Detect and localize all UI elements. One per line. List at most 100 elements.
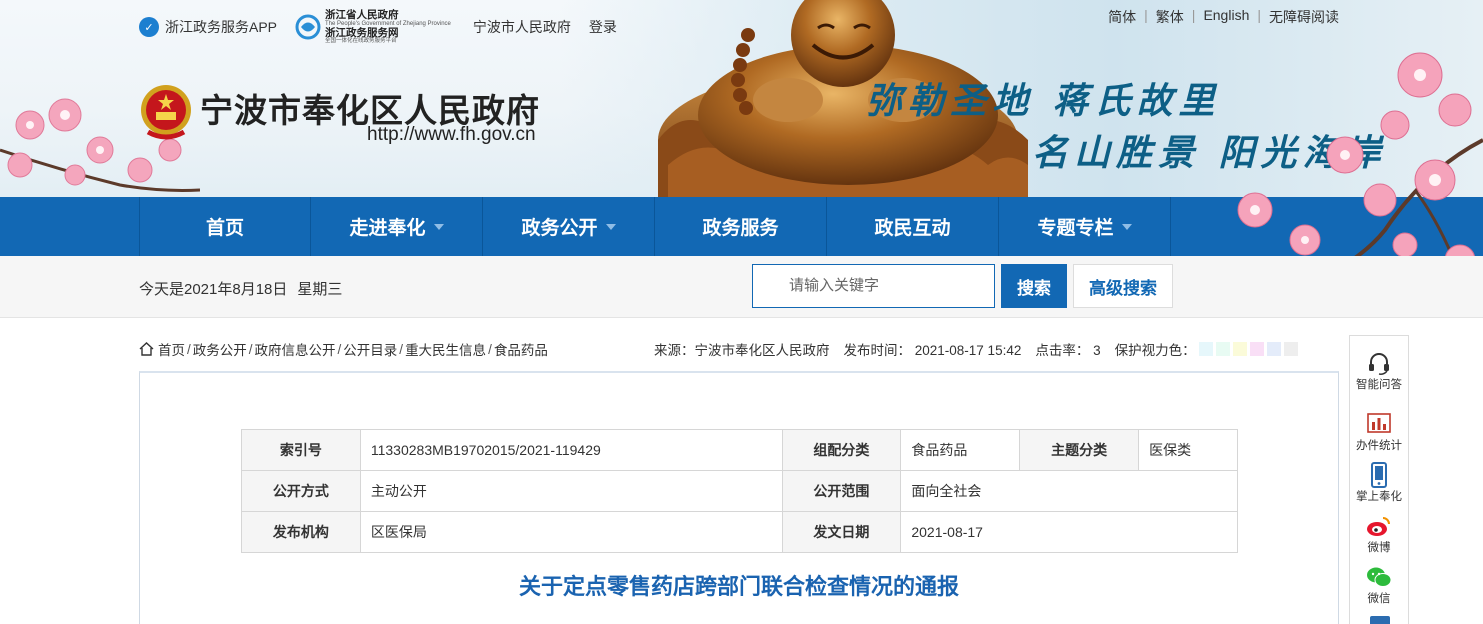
breadcrumb-food-drugs[interactable]: 食品药品 [494, 339, 548, 359]
meta-eye-care-label: 保护视力色： [1114, 343, 1196, 358]
wechat-icon [1367, 567, 1392, 587]
breadcrumb-separator: / [248, 341, 253, 357]
category-label: 组配分类 [781, 429, 902, 471]
accessibility-link[interactable]: 无障碍阅读 [1269, 7, 1339, 27]
search-bar-row: 今天是2021年8月18日 星期三 请输入关键字 搜索 高级搜索 [0, 256, 1483, 318]
eye-care-swatch-6[interactable] [1283, 342, 1298, 356]
lang-divider: | [1191, 7, 1196, 23]
eye-care-swatch-2[interactable] [1215, 342, 1230, 356]
national-emblem-icon [141, 85, 191, 140]
mobile-phone-icon [1371, 462, 1387, 488]
zhejiang-app-link[interactable]: ✓ 浙江政务服务APP [139, 17, 277, 37]
home-icon [139, 342, 154, 356]
lang-divider: | [1144, 7, 1148, 23]
scope-label: 公开范围 [781, 470, 902, 512]
breadcrumb-gov-affairs[interactable]: 政务公开 [193, 339, 247, 359]
nav-home-label: 首页 [205, 218, 244, 239]
wechat-button[interactable]: 微信 [1350, 564, 1408, 606]
eye-care-swatch-5[interactable] [1266, 342, 1281, 356]
breadcrumb: 首页 / 政务公开 / 政府信息公开 / 公开目录 / 重大民生信息 / 食品药品 [139, 339, 548, 359]
nav-gov-services-label: 政务服务 [702, 218, 779, 239]
top-links: ✓ 浙江政务服务APP 浙江省人民政府 The People's Governm… [139, 10, 635, 44]
table-row: 索引号 11330283MB19702015/2021-119429 组配分类 … [241, 429, 1238, 471]
mode-value: 主动公开 [359, 470, 783, 512]
meta-publish-time: 发布时间： 2021-08-17 15:42 [843, 343, 1022, 358]
weekday-text: 星期三 [297, 281, 343, 298]
login-link[interactable]: 登录 [589, 17, 617, 37]
weibo-icon [1367, 517, 1390, 536]
org-value: 区医保局 [359, 511, 783, 553]
mobile-fenghua-label: 掌上奉化 [1356, 491, 1402, 503]
article-content: 索引号 11330283MB19702015/2021-119429 组配分类 … [139, 371, 1339, 624]
date-label: 发文日期 [781, 511, 902, 553]
breadcrumb-livelihood[interactable]: 重大民生信息 [405, 339, 486, 359]
lang-traditional[interactable]: 繁体 [1156, 7, 1184, 27]
headset-icon [1369, 353, 1389, 375]
lang-divider: | [1257, 7, 1261, 23]
nav-about-fenghua[interactable]: 走进奉化 [311, 197, 483, 256]
nav-gov-affairs-label: 政务公开 [521, 218, 598, 239]
eye-care-swatch-1[interactable] [1198, 342, 1213, 356]
zwfw-logo-line1: 浙江省人民政府 [325, 8, 399, 21]
topic-value: 医保类 [1138, 429, 1238, 471]
caret-down-icon [605, 223, 616, 230]
scope-value: 面向全社会 [900, 470, 1238, 512]
eye-care-swatch-4[interactable] [1249, 342, 1264, 356]
mode-label: 公开方式 [241, 470, 361, 512]
mobile-fenghua-button[interactable]: 掌上奉化 [1350, 462, 1408, 504]
zwfw-logo-icon [295, 14, 321, 40]
date-text: 今天是2021年8月18日 [139, 281, 288, 298]
lang-english[interactable]: English [1203, 7, 1249, 27]
topic-label: 主题分类 [1019, 429, 1140, 471]
app-icon: ✓ [139, 17, 159, 37]
zwfw-logo-link[interactable]: 浙江省人民政府 The People's Government of Zheji… [295, 10, 451, 45]
breadcrumb-home[interactable]: 首页 [158, 339, 185, 359]
slogan-line-1: 弥勒圣地 蒋氏故里 [866, 80, 1221, 122]
nav-gov-services[interactable]: 政务服务 [655, 197, 827, 256]
lang-simplified[interactable]: 简体 [1108, 7, 1136, 27]
meta-clicks: 点击率： 3 [1035, 343, 1101, 358]
nav-special-topics[interactable]: 专题专栏 [999, 197, 1171, 256]
nav-gov-affairs[interactable]: 政务公开 [483, 197, 655, 256]
wechat-label: 微信 [1367, 593, 1391, 605]
more-icon[interactable] [1370, 616, 1390, 624]
search-input[interactable]: 请输入关键字 [752, 264, 995, 308]
breadcrumb-separator: / [187, 341, 191, 357]
eye-care-swatch-3[interactable] [1232, 342, 1247, 356]
nav-interaction-label: 政民互动 [874, 218, 951, 239]
weibo-button[interactable]: 微博 [1350, 513, 1408, 555]
smart-qa-button[interactable]: 智能问答 [1350, 350, 1408, 392]
zwfw-logo-line4: 全国一体化在线政务服务平台 [325, 37, 397, 44]
weibo-label: 微博 [1367, 542, 1391, 554]
category-value: 食品药品 [900, 429, 1021, 471]
caret-down-icon [433, 223, 444, 230]
breadcrumb-separator: / [488, 341, 492, 357]
meta-source: 来源：宁波市奉化区人民政府 [654, 343, 830, 358]
language-switcher: 简体 | 繁体 | English | 无障碍阅读 [1108, 7, 1339, 27]
date-value: 2021-08-17 [900, 511, 1238, 553]
breadcrumb-separator: / [399, 341, 404, 357]
smart-qa-label: 智能问答 [1356, 379, 1402, 391]
stats-button[interactable]: 办件统计 [1350, 411, 1408, 453]
breadcrumb-info-disclosure[interactable]: 政府信息公开 [255, 339, 336, 359]
caret-down-icon [1121, 223, 1132, 230]
stats-label: 办件统计 [1356, 440, 1402, 452]
ningbo-gov-link[interactable]: 宁波市人民政府 [473, 17, 571, 37]
search-button[interactable]: 搜索 [1001, 264, 1067, 308]
nav-home[interactable]: 首页 [139, 197, 311, 256]
side-float-bar: 智能问答 办件统计 掌上奉化 微博 微信 [1349, 335, 1409, 624]
zhejiang-app-label: 浙江政务服务APP [165, 19, 278, 35]
bar-chart-icon [1367, 413, 1391, 433]
breadcrumb-separator: / [337, 341, 342, 357]
index-value: 11330283MB19702015/2021-119429 [359, 429, 783, 471]
info-table: 索引号 11330283MB19702015/2021-119429 组配分类 … [241, 429, 1238, 553]
nav-interaction[interactable]: 政民互动 [827, 197, 999, 256]
site-url: http://www.fh.gov.cn [367, 124, 536, 145]
table-row: 公开方式 主动公开 公开范围 面向全社会 [241, 470, 1238, 512]
advanced-search-button[interactable]: 高级搜索 [1073, 264, 1173, 308]
table-row: 发布机构 区医保局 发文日期 2021-08-17 [241, 511, 1238, 553]
document-title: 关于定点零售药店跨部门联合检查情况的通报 [518, 574, 959, 599]
nav-about-fenghua-label: 走进奉化 [349, 218, 426, 239]
org-label: 发布机构 [241, 511, 361, 553]
breadcrumb-catalog[interactable]: 公开目录 [343, 339, 397, 359]
